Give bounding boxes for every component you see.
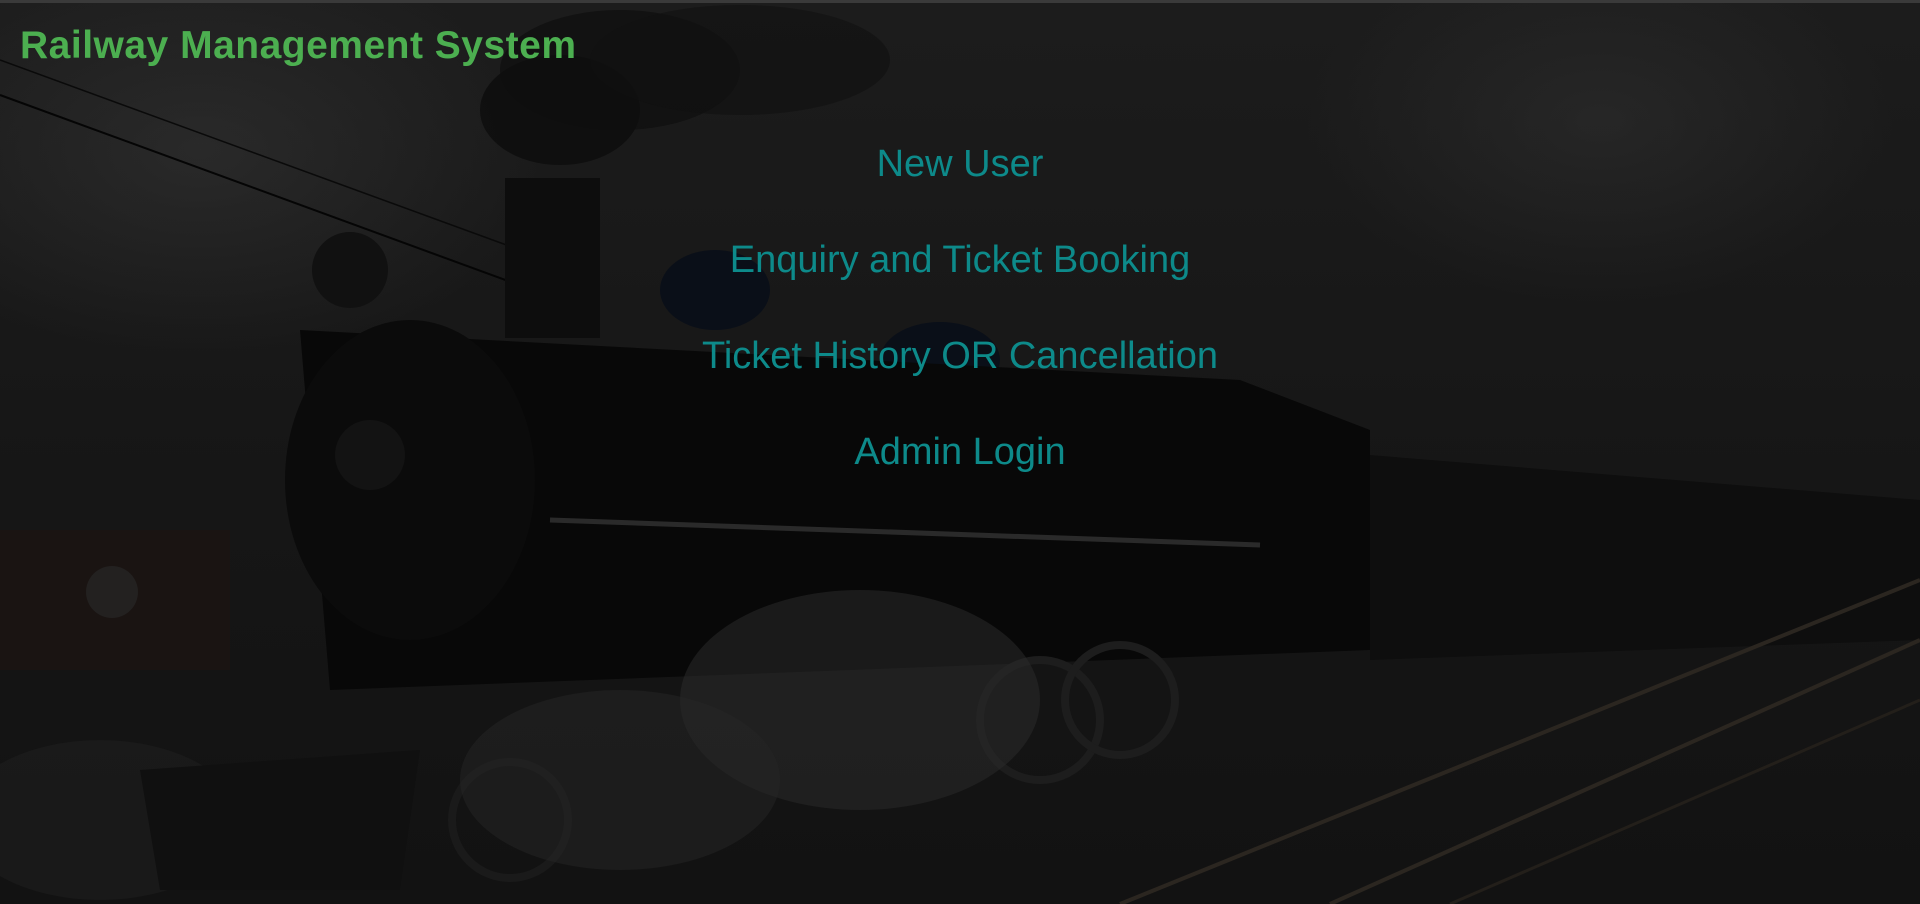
admin-login-link[interactable]: Admin Login (854, 424, 1065, 480)
new-user-link[interactable]: New User (877, 136, 1044, 192)
menu-item-ticket-history: Ticket History OR Cancellation (0, 328, 1920, 424)
app-title: Railway Management System (20, 24, 577, 67)
menu-item-enquiry-booking: Enquiry and Ticket Booking (0, 232, 1920, 328)
main-menu: New User Enquiry and Ticket Booking Tick… (0, 136, 1920, 520)
top-border (0, 0, 1920, 3)
enquiry-ticket-booking-link[interactable]: Enquiry and Ticket Booking (730, 232, 1191, 288)
menu-item-new-user: New User (0, 136, 1920, 232)
menu-item-admin-login: Admin Login (0, 424, 1920, 520)
page: Railway Management System New User Enqui… (0, 0, 1920, 904)
ticket-history-cancellation-link[interactable]: Ticket History OR Cancellation (702, 328, 1218, 384)
